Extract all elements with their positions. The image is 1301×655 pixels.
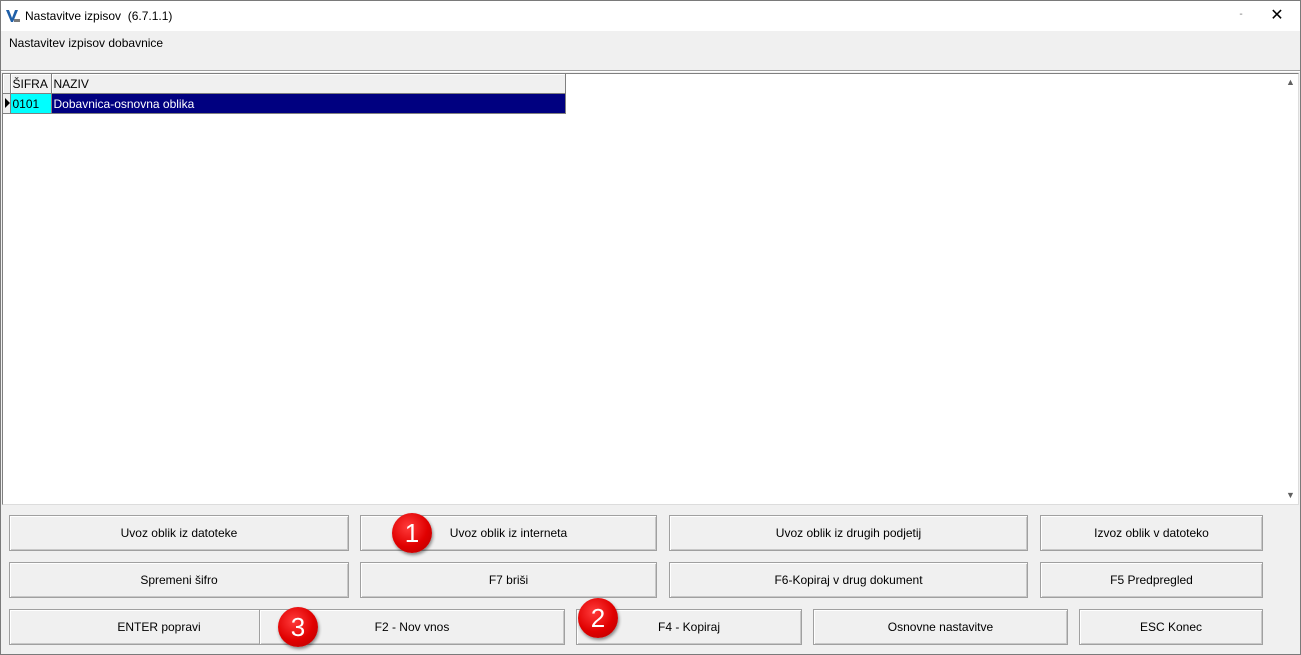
preview-button[interactable]: F5 Predpregled	[1040, 562, 1263, 598]
scroll-down-icon[interactable]: ▼	[1282, 487, 1298, 504]
import-from-file-button[interactable]: Uvoz oblik iz datoteke	[9, 515, 349, 551]
title-bar: Nastavitve izpisov (6.7.1.1) - ✕	[1, 1, 1300, 31]
row-pointer-icon	[5, 98, 9, 108]
callout-badge-3: 3	[278, 607, 318, 647]
header-divider	[1, 70, 1300, 72]
delete-button[interactable]: F7 briši	[360, 562, 657, 598]
column-header-code[interactable]: ŠIFRA	[10, 74, 52, 94]
copy-to-document-button[interactable]: F6-Kopiraj v drug dokument	[669, 562, 1028, 598]
basic-settings-button[interactable]: Osnovne nastavitve	[813, 609, 1068, 645]
scroll-up-icon[interactable]: ▲	[1282, 74, 1298, 91]
header-indicator-cell	[3, 74, 11, 94]
callout-badge-2: 2	[578, 598, 618, 638]
close-app-button[interactable]: ESC Konec	[1079, 609, 1263, 645]
grid-header-row: ŠIFRA NAZIV	[3, 74, 566, 94]
window-title: Nastavitve izpisov (6.7.1.1)	[25, 9, 173, 23]
change-code-button[interactable]: Spremeni šifro	[9, 562, 349, 598]
vertical-scrollbar[interactable]: ▲ ▼	[1282, 74, 1298, 504]
row-indicator	[3, 93, 11, 114]
print-forms-grid[interactable]: ŠIFRA NAZIV 0101 Dobavnica-osnovna oblik…	[2, 73, 1299, 505]
column-header-name[interactable]: NAZIV	[51, 74, 566, 94]
import-from-companies-button[interactable]: Uvoz oblik iz drugih podjetij	[669, 515, 1028, 551]
app-logo-icon	[5, 8, 21, 24]
table-row[interactable]: 0101 Dobavnica-osnovna oblika	[3, 93, 566, 114]
row-name-cell[interactable]: Dobavnica-osnovna oblika	[50, 93, 566, 114]
callout-badge-1: 1	[392, 513, 432, 553]
export-to-file-button[interactable]: Izvoz oblik v datoteko	[1040, 515, 1263, 551]
page-subtitle: Nastavitev izpisov dobavnice	[9, 36, 164, 50]
grid-table: ŠIFRA NAZIV 0101 Dobavnica-osnovna oblik…	[3, 74, 566, 114]
close-window-icon[interactable]: ✕	[1265, 5, 1289, 27]
minimize-button[interactable]: -	[1229, 5, 1253, 27]
row-code-cell[interactable]: 0101	[10, 93, 52, 114]
